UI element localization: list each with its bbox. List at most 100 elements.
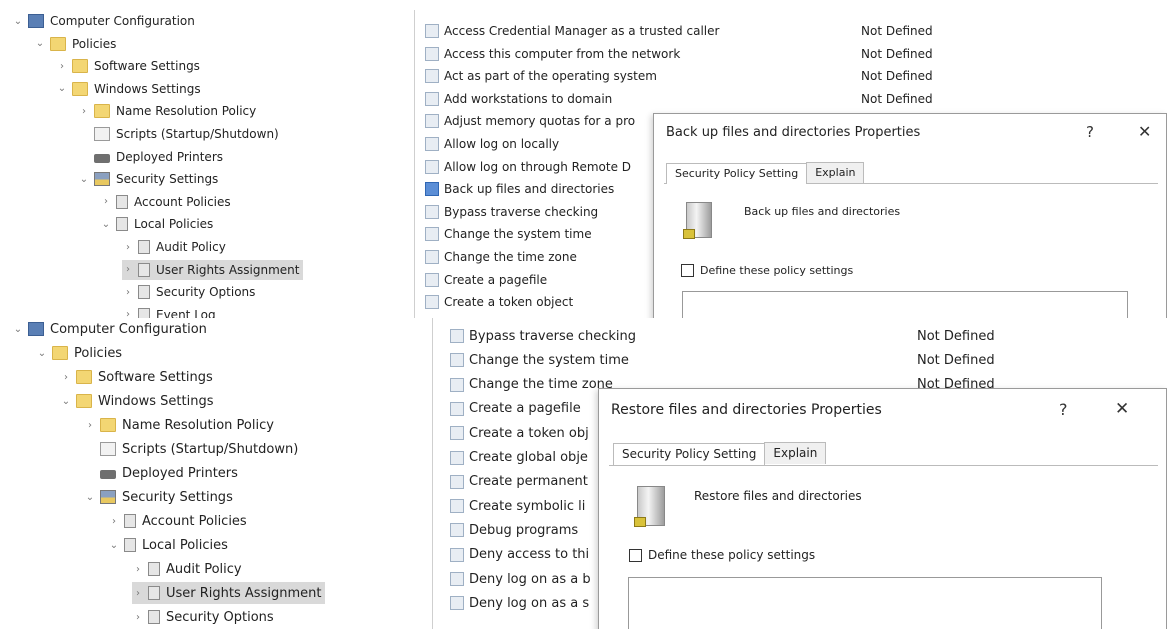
- policy-name: Change the time zone: [469, 377, 613, 393]
- tree-item-name-resolution-policy[interactable]: › Name Resolution Policy: [84, 414, 278, 436]
- tree-item-computer-configuration[interactable]: ⌄ Computer Configuration: [12, 11, 199, 31]
- tree-item-local-policies[interactable]: ⌄ Local Policies: [100, 214, 217, 234]
- chevron-down-icon[interactable]: ⌄: [78, 172, 90, 186]
- policy-row[interactable]: Act as part of the operating system Not D…: [425, 66, 1167, 86]
- tab-security-policy-setting[interactable]: Security Policy Setting: [666, 163, 808, 184]
- policy-row[interactable]: Change the system time Not Defined: [450, 349, 1167, 371]
- tree-item-security-settings[interactable]: ⌄ Security Settings: [84, 486, 237, 508]
- chevron-right-icon[interactable]: ›: [60, 370, 72, 384]
- chevron-right-icon[interactable]: ›: [56, 59, 68, 73]
- policy-name: Allow log on locally: [444, 137, 560, 151]
- tree-item-audit-policy[interactable]: › Audit Policy: [132, 558, 246, 580]
- script-icon: [94, 127, 110, 141]
- tree-item-local-policies[interactable]: ⌄ Local Policies: [108, 534, 232, 556]
- chevron-right-icon[interactable]: ›: [122, 308, 134, 318]
- policy-row[interactable]: Access Credential Manager as a trusted c…: [425, 21, 1167, 41]
- tab-security-policy-setting[interactable]: Security Policy Setting: [613, 443, 766, 465]
- chevron-right-icon[interactable]: ›: [122, 240, 134, 254]
- policy-row[interactable]: Add workstations to domain Not Defined: [425, 89, 1167, 109]
- tree-item-software-settings[interactable]: › Software Settings: [56, 56, 204, 76]
- policy-row[interactable]: Bypass traverse checking Not Defined: [450, 325, 1167, 347]
- tree-item-scripts-startup-shutdown[interactable]: Scripts (Startup/Shutdown): [84, 438, 302, 460]
- chevron-down-icon[interactable]: ⌄: [84, 490, 96, 504]
- accounts-listbox[interactable]: [628, 577, 1102, 629]
- tree-item-windows-settings[interactable]: ⌄ Windows Settings: [60, 390, 217, 412]
- close-button[interactable]: ✕: [1138, 122, 1151, 141]
- chevron-right-icon[interactable]: ›: [78, 104, 90, 118]
- define-policy-label: Define these policy settings: [700, 264, 854, 277]
- tree-item-label: Event Log: [156, 307, 216, 318]
- define-policy-checkbox-row[interactable]: Define these policy settings: [629, 548, 815, 562]
- tree-item-label: Security Settings: [122, 489, 233, 505]
- policy-name: Change the system time: [444, 227, 592, 242]
- chevron-down-icon[interactable]: ⌄: [12, 14, 24, 28]
- printer-icon: [94, 153, 110, 163]
- tree-item-user-rights-assignment[interactable]: › User Rights Assignment: [132, 582, 326, 604]
- chevron-right-icon[interactable]: ›: [132, 610, 144, 624]
- tree-item-label: Deployed Printers: [122, 465, 238, 481]
- folder-icon: [72, 81, 88, 96]
- tree-item-account-policies[interactable]: › Account Policies: [108, 510, 251, 532]
- chevron-down-icon[interactable]: ⌄: [56, 82, 68, 96]
- tree-item-computer-configuration[interactable]: ⌄ Computer Configuration: [12, 318, 211, 340]
- policy-name: Deny log on as a b: [469, 571, 591, 587]
- properties-dialog: Restore files and directories Properties…: [598, 388, 1167, 629]
- chevron-right-icon[interactable]: ›: [100, 195, 112, 209]
- chevron-right-icon[interactable]: ›: [122, 285, 134, 299]
- policy-icon: [116, 194, 128, 209]
- close-button[interactable]: ✕: [1115, 399, 1129, 419]
- accounts-listbox[interactable]: [682, 291, 1128, 318]
- tree-item-event-log[interactable]: › Event Log: [122, 305, 220, 318]
- define-policy-checkbox[interactable]: [681, 264, 694, 277]
- chevron-down-icon[interactable]: ⌄: [60, 394, 72, 408]
- chevron-down-icon[interactable]: ⌄: [34, 37, 46, 51]
- tab-divider: [609, 465, 1158, 466]
- tree-item-scripts-startup-shutdown[interactable]: Scripts (Startup/Shutdown): [78, 124, 283, 144]
- tree-item-security-options[interactable]: › Security Options: [122, 282, 259, 302]
- policy-icon: [450, 450, 464, 465]
- security-settings-icon: [94, 172, 110, 187]
- chevron-down-icon[interactable]: ⌄: [108, 538, 120, 552]
- policy-row[interactable]: Access this computer from the network Not…: [425, 44, 1167, 64]
- chevron-down-icon[interactable]: ⌄: [36, 346, 48, 360]
- tree-item-deployed-printers[interactable]: Deployed Printers: [84, 462, 242, 484]
- policy-name: Allow log on through Remote D: [444, 159, 632, 174]
- tree-item-audit-policy[interactable]: › Audit Policy: [122, 237, 230, 257]
- tree-item-policies[interactable]: ⌄ Policies: [34, 34, 120, 54]
- pane-divider: [432, 318, 433, 629]
- chevron-right-icon[interactable]: ›: [122, 263, 134, 277]
- tree-item-user-rights-assignment[interactable]: › User Rights Assignment: [122, 259, 304, 280]
- define-policy-checkbox[interactable]: [629, 548, 642, 562]
- tree-item-windows-settings[interactable]: ⌄ Windows Settings: [56, 79, 205, 99]
- chevron-right-icon[interactable]: ›: [84, 418, 96, 432]
- tree-item-label: Local Policies: [134, 217, 214, 232]
- policy-setting: Not Defined: [861, 91, 933, 106]
- policy-name: Create a token object: [444, 295, 574, 310]
- policy-icon: [148, 586, 160, 600]
- tab-strip: Security Policy Setting Explain: [613, 442, 827, 465]
- bottom-screenshot-panel: ⌄ Computer Configuration ⌄ Policies › Softwar…: [0, 318, 1167, 629]
- tab-explain[interactable]: Explain: [806, 162, 865, 183]
- top-screenshot-panel: ⌄ Computer Configuration ⌄ Policies › Softwar…: [0, 0, 1167, 318]
- policy-name: Create permanent: [469, 474, 588, 490]
- chevron-down-icon[interactable]: ⌄: [100, 217, 112, 231]
- tree-item-label: Scripts (Startup/Shutdown): [116, 127, 279, 141]
- tree-item-name-resolution-policy[interactable]: › Name Resolution Policy: [78, 101, 260, 121]
- tree-item-deployed-printers[interactable]: Deployed Printers: [78, 147, 227, 167]
- chevron-right-icon[interactable]: ›: [132, 562, 144, 576]
- tree-item-security-settings[interactable]: ⌄ Security Settings: [78, 169, 222, 189]
- help-button[interactable]: ?: [1086, 123, 1094, 141]
- tree-item-software-settings[interactable]: › Software Settings: [60, 366, 217, 388]
- help-button[interactable]: ?: [1059, 400, 1068, 419]
- policy-icon: [124, 514, 136, 528]
- chevron-right-icon[interactable]: ›: [108, 514, 120, 528]
- tree-item-security-options[interactable]: › Security Options: [132, 606, 278, 628]
- chevron-down-icon[interactable]: ⌄: [12, 322, 24, 336]
- console-tree: ⌄ Computer Configuration ⌄ Policies › Softwar…: [0, 0, 410, 318]
- tab-explain[interactable]: Explain: [764, 442, 827, 464]
- tree-item-policies[interactable]: ⌄ Policies: [36, 342, 126, 364]
- tree-item-account-policies[interactable]: › Account Policies: [100, 192, 235, 212]
- chevron-right-icon[interactable]: ›: [132, 586, 144, 600]
- define-policy-checkbox-row[interactable]: Define these policy settings: [681, 264, 853, 277]
